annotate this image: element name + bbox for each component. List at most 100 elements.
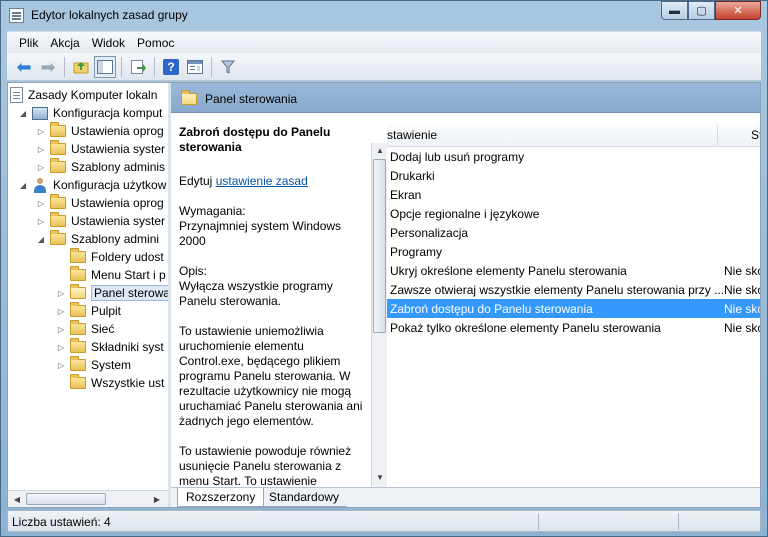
tree-item-selected[interactable]: ▷ Panel sterowa — [56, 284, 168, 302]
expand-icon[interactable]: ▷ — [56, 343, 66, 352]
list-item[interactable]: Programy — [387, 242, 760, 261]
collapse-icon[interactable]: ◢ — [36, 235, 46, 244]
setting-title: Zabroń dostępu do Panelu sterowania — [179, 125, 331, 154]
tree-item[interactable]: Wszystkie ust — [56, 374, 164, 392]
description-paragraph: To ustawienie powoduje również usunięcie… — [179, 444, 352, 487]
menu-bar: Plik Akcja Widok Pomoc — [7, 31, 761, 53]
expand-icon[interactable]: ▷ — [56, 325, 66, 334]
navigation-tree: Zasady Komputer lokaln ◢ Konfiguracja ko… — [8, 83, 168, 490]
help-button[interactable]: ? — [160, 56, 182, 78]
title-bar[interactable]: Edytor lokalnych zasad grupy ▬ ▢ ✕ — [1, 1, 767, 30]
column-setting-header[interactable]: stawienie — [387, 128, 437, 142]
menu-file[interactable]: Plik — [13, 36, 44, 50]
tree-item-label: Wszystkie ust — [91, 376, 165, 390]
back-button[interactable]: ⬅ — [13, 56, 35, 78]
tree-horizontal-scrollbar[interactable]: ◀ ▶ — [8, 490, 168, 507]
computer-icon — [32, 106, 48, 120]
setting-name: Dodaj lub usuń programy — [390, 149, 525, 164]
edit-policy-link[interactable]: ustawienie zasad — [216, 174, 308, 188]
tree-item[interactable]: ▷ Szablony adminis — [36, 158, 165, 176]
collapse-icon[interactable]: ◢ — [18, 181, 28, 190]
tree-item[interactable]: ◢ Szablony admini — [36, 230, 159, 248]
setting-state: Nie skon — [724, 301, 760, 316]
tree-item[interactable]: ▷ Pulpit — [56, 302, 121, 320]
show-hide-tree-button[interactable] — [94, 55, 116, 78]
expand-icon[interactable]: ▷ — [56, 361, 66, 370]
list-item[interactable]: Dodaj lub usuń programy — [387, 147, 760, 166]
filter-button[interactable] — [217, 56, 239, 78]
list-item[interactable]: Ekran — [387, 185, 760, 204]
tree-item[interactable]: ▷ Składniki syst — [56, 338, 164, 356]
collapse-icon[interactable]: ◢ — [18, 109, 28, 118]
scroll-up-icon[interactable]: ▲ — [373, 144, 387, 157]
folder-icon — [50, 194, 66, 209]
column-divider[interactable] — [717, 125, 718, 145]
scrollbar-thumb[interactable] — [26, 493, 106, 505]
expand-icon[interactable]: ▷ — [36, 217, 46, 226]
setting-description: Zabroń dostępu do Panelu sterowania Edyt… — [171, 113, 371, 487]
column-state-header[interactable]: St — [751, 128, 760, 142]
tree-item[interactable]: ▷ Ustawienia syster — [36, 140, 165, 158]
expand-icon[interactable]: ▷ — [56, 289, 66, 298]
maximize-button[interactable]: ▢ — [688, 1, 715, 20]
tree-item-label: Pulpit — [91, 304, 122, 318]
details-pane: Panel sterowania Zabroń dostępu do Panel… — [171, 83, 760, 507]
folder-icon — [70, 338, 86, 353]
scroll-down-icon[interactable]: ▼ — [373, 471, 387, 484]
list-item[interactable]: Pokaż tylko określone elementy Panelu st… — [387, 318, 760, 337]
tree-item-label: Sieć — [91, 322, 115, 336]
tab-extended[interactable]: Rozszerzony — [177, 488, 265, 507]
expand-icon[interactable]: ▷ — [36, 127, 46, 136]
list-item[interactable]: Opcje regionalne i językowe — [387, 204, 760, 223]
tree-item[interactable]: ▷ Ustawienia oprog — [36, 122, 164, 140]
tree-item[interactable]: Menu Start i p — [56, 266, 166, 284]
expand-icon[interactable]: ▷ — [36, 163, 46, 172]
export-list-button[interactable] — [127, 56, 149, 78]
list-item[interactable]: Zawsze otwieraj wszystkie elementy Panel… — [387, 280, 760, 299]
tree-item[interactable]: ◢ Konfiguracja komput — [18, 104, 162, 122]
tree-item-label: Ustawienia oprog — [71, 196, 164, 210]
properties-button[interactable] — [184, 56, 206, 78]
tree-item[interactable]: ▷ System — [56, 356, 131, 374]
list-item[interactable]: Personalizacja — [387, 223, 760, 242]
expand-icon[interactable]: ▷ — [36, 199, 46, 208]
tree-item[interactable]: ▷ Sieć — [56, 320, 114, 338]
list-item-selected[interactable]: Zabroń dostępu do Panelu sterowania Nie s… — [387, 299, 760, 318]
help-icon: ? — [163, 58, 179, 75]
expand-icon[interactable]: ▷ — [36, 145, 46, 154]
tree-item[interactable]: Foldery udost — [56, 248, 164, 266]
tree-item[interactable]: ▷ Ustawienia syster — [36, 212, 165, 230]
setting-name: Pokaż tylko określone elementy Panelu st… — [390, 320, 661, 335]
description-block: Opis: Wyłącza wszystkie programy Panelu s… — [179, 264, 363, 309]
up-one-level-button[interactable] — [70, 56, 92, 78]
tree-item-label: Konfiguracja komput — [53, 106, 163, 120]
scroll-left-icon[interactable]: ◀ — [10, 493, 24, 506]
list-item[interactable]: Ukryj określone elementy Panelu sterowan… — [387, 261, 760, 280]
description-scrollbar[interactable]: ▲ ▼ — [371, 143, 387, 487]
tree-item-label: Ustawienia syster — [71, 142, 166, 156]
scrollbar-thumb[interactable] — [373, 159, 386, 333]
tree-item-label: Zasady Komputer lokaln — [28, 88, 158, 102]
scroll-right-icon[interactable]: ▶ — [150, 493, 164, 506]
tree-item[interactable]: ▷ Ustawienia oprog — [36, 194, 164, 212]
settings-list: stawienie St Dodaj lub usuń programy Dru… — [387, 113, 760, 487]
tree-item[interactable]: Zasady Komputer lokaln — [10, 86, 157, 104]
setting-name: Ekran — [390, 187, 422, 202]
close-button[interactable]: ✕ — [715, 1, 761, 20]
tree-item-label: Ustawienia syster — [71, 214, 166, 228]
menu-action[interactable]: Akcja — [44, 36, 85, 50]
menu-view[interactable]: Widok — [86, 36, 131, 50]
forward-button[interactable]: ➡ — [37, 56, 59, 78]
list-item[interactable]: Drukarki — [387, 166, 760, 185]
folder-icon — [70, 320, 86, 335]
tree-item-label: Panel sterowa — [91, 285, 168, 301]
tab-standard[interactable]: Standardowy — [261, 488, 348, 507]
tree-item[interactable]: ◢ Konfiguracja użytkow — [18, 176, 166, 194]
menu-help[interactable]: Pomoc — [131, 36, 180, 50]
tree-item-label: Składniki syst — [91, 340, 164, 354]
arrow-left-icon: ⬅ — [16, 56, 32, 77]
status-bar: Liczba ustawień: 4 — [7, 510, 761, 532]
expand-icon[interactable]: ▷ — [56, 307, 66, 316]
minimize-button[interactable]: ▬ — [661, 1, 688, 20]
main-content: Zasady Komputer lokaln ◢ Konfiguracja ko… — [7, 82, 761, 508]
